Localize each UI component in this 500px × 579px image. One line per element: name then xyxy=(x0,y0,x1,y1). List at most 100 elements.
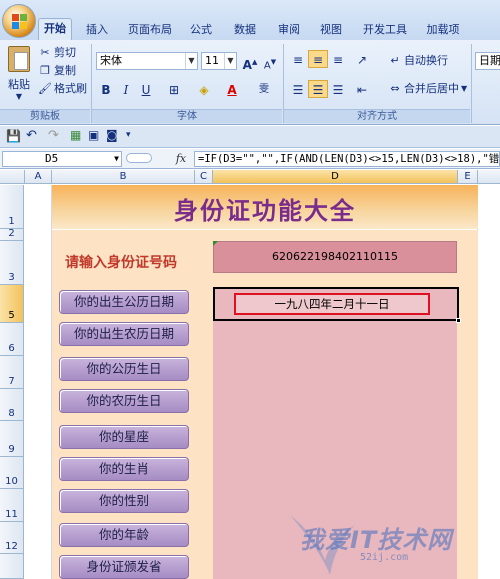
row-header-6[interactable]: 6 xyxy=(0,323,24,356)
row-header-8[interactable]: 8 xyxy=(0,389,24,421)
watermark-url: 52ij.com xyxy=(360,552,409,563)
customize-qat-icon[interactable]: ▾ xyxy=(126,130,131,140)
solar-birthdate-button[interactable]: 你的出生公历日期 xyxy=(59,290,189,314)
splitter-handle[interactable] xyxy=(126,153,152,163)
save-icon[interactable]: 💾 xyxy=(6,129,21,143)
undo-icon[interactable]: ↶ xyxy=(26,128,37,143)
tab-add-ins[interactable]: 加载项 xyxy=(420,20,466,40)
chevron-down-icon[interactable]: ▼ xyxy=(224,53,236,69)
solar-birthday-button[interactable]: 你的公历生日 xyxy=(59,357,189,381)
indent-icon[interactable]: ⇤ xyxy=(352,80,372,98)
group-separator xyxy=(471,44,472,123)
shrink-font-icon[interactable]: A▼ xyxy=(260,52,280,71)
underline-icon[interactable]: U xyxy=(136,80,156,98)
paste-label: 粘贴 xyxy=(8,78,30,91)
paste-button[interactable]: 粘贴 ▼ xyxy=(4,44,34,104)
wrap-text-button[interactable]: ↵ 自动换行 xyxy=(388,52,448,70)
camera-icon[interactable]: ◙ xyxy=(106,128,118,142)
copy-button[interactable]: ❐ 复制 xyxy=(38,62,76,80)
select-all-corner[interactable] xyxy=(0,170,25,184)
spreadsheet-icon[interactable]: ▦ xyxy=(70,128,81,142)
fill-handle[interactable] xyxy=(456,318,461,323)
office-button[interactable] xyxy=(2,4,36,38)
align-right-icon[interactable]: ☰ xyxy=(328,80,348,98)
font-color-icon[interactable]: A xyxy=(222,80,242,98)
copy-icon: ❐ xyxy=(40,64,50,77)
row-header-12[interactable]: 12 xyxy=(0,522,24,554)
bold-icon[interactable]: B xyxy=(96,80,116,98)
phonetic-icon[interactable]: 雯 xyxy=(254,80,274,98)
align-top-icon[interactable]: ≡ xyxy=(288,50,308,68)
row-header-2[interactable]: 2 xyxy=(0,228,24,241)
lunar-birthday-button[interactable]: 你的农历生日 xyxy=(59,389,189,413)
wrap-icon: ↵ xyxy=(390,54,400,67)
watermark-text: 我爱IT技术网 xyxy=(300,526,453,554)
column-header-e[interactable]: E xyxy=(458,170,478,184)
chevron-down-icon[interactable]: ▼ xyxy=(114,152,119,166)
formula-input[interactable]: =IF(D3="","",IF(AND(LEN(D3)<>15,LEN(D3)<… xyxy=(194,151,500,167)
font-name-combo[interactable]: 宋体 ▼ xyxy=(96,52,198,70)
column-header-f[interactable] xyxy=(478,170,500,184)
font-size-combo[interactable]: 11 ▼ xyxy=(201,52,237,70)
tab-review[interactable]: 审阅 xyxy=(272,20,306,40)
row-header-11[interactable]: 11 xyxy=(0,489,24,522)
id-number-cell[interactable]: 620622198402110115 xyxy=(213,241,457,273)
tab-home[interactable]: 开始 xyxy=(38,18,72,40)
row-header-1[interactable]: 1 xyxy=(0,185,24,229)
column-header-a[interactable]: A xyxy=(25,170,52,184)
format-painter-button[interactable]: 🖌 格式刷 xyxy=(38,80,87,98)
constellation-button[interactable]: 你的星座 xyxy=(59,425,189,449)
redo-icon[interactable]: ↷ xyxy=(48,128,59,143)
tab-formulas[interactable]: 公式 xyxy=(184,20,218,40)
age-button[interactable]: 你的年龄 xyxy=(59,523,189,547)
insert-function-button[interactable]: fx xyxy=(170,151,192,167)
number-format-combo[interactable]: 日期 xyxy=(475,52,500,70)
align-bottom-icon[interactable]: ≡ xyxy=(328,50,348,68)
row-header-13[interactable] xyxy=(0,554,24,579)
tab-insert[interactable]: 插入 xyxy=(80,20,114,40)
merge-center-button[interactable]: ⇔ 合并后居中 ▼ xyxy=(388,80,467,98)
quick-access-toolbar: 💾 ↶ ↷ ▦ ▣ ◙ ▾ xyxy=(0,126,500,148)
italic-icon[interactable]: I xyxy=(116,80,136,98)
fill-color-icon[interactable]: ◈ xyxy=(194,80,214,98)
zodiac-button[interactable]: 你的生肖 xyxy=(59,457,189,481)
tab-view[interactable]: 视图 xyxy=(314,20,348,40)
alignment-group-title: 对齐方式 xyxy=(284,109,470,123)
brush-icon: 🖌 xyxy=(38,82,52,95)
ribbon-home: 粘贴 ▼ ✂ 剪切 ❐ 复制 🖌 格式刷 剪贴板 宋体 ▼ 11 ▼ A▲ A▼ B I … xyxy=(0,40,500,125)
tab-page-layout[interactable]: 页面布局 xyxy=(122,20,178,40)
row-header-10[interactable]: 10 xyxy=(0,457,24,489)
tab-developer[interactable]: 开发工具 xyxy=(356,20,414,40)
tab-data[interactable]: 数据 xyxy=(228,20,262,40)
formula-bar: D5 ▼ fx =IF(D3="","",IF(AND(LEN(D3)<>15,L… xyxy=(0,149,500,169)
name-box[interactable]: D5 ▼ xyxy=(2,151,122,167)
clipboard-group-title: 剪贴板 xyxy=(0,109,90,123)
id-prompt-label: 请输入身份证号码 xyxy=(65,255,177,271)
orientation-icon[interactable]: ↗ xyxy=(352,50,372,68)
issuing-province-button[interactable]: 身份证颁发省 xyxy=(59,555,189,579)
align-left-icon[interactable]: ☰ xyxy=(288,80,308,98)
column-header-c[interactable]: C xyxy=(195,170,213,184)
merge-icon: ⇔ xyxy=(390,82,400,95)
border-icon[interactable]: ⊞ xyxy=(164,80,184,98)
row-header-3[interactable]: 3 xyxy=(0,241,24,285)
row-header-7[interactable]: 7 xyxy=(0,356,24,389)
lunar-birthdate-button[interactable]: 你的出生农历日期 xyxy=(59,322,189,346)
form-icon[interactable]: ▣ xyxy=(88,128,99,142)
paste-icon xyxy=(8,46,30,72)
office-logo-icon xyxy=(12,14,28,30)
align-middle-icon[interactable]: ≡ xyxy=(308,50,328,68)
ribbon-tab-bar: 开始 插入 页面布局 公式 数据 审阅 视图 开发工具 加载项 xyxy=(0,0,500,40)
gender-button[interactable]: 你的性别 xyxy=(59,489,189,513)
title-banner: 身份证功能大全 xyxy=(52,185,478,229)
scissors-icon: ✂ xyxy=(40,46,50,59)
grow-font-icon[interactable]: A▲ xyxy=(240,52,260,72)
row-header-9[interactable]: 9 xyxy=(0,421,24,457)
column-header-d[interactable]: D xyxy=(213,170,458,184)
comment-marker-icon xyxy=(213,241,218,246)
row-header-5[interactable]: 5 xyxy=(0,285,24,323)
cut-button[interactable]: ✂ 剪切 xyxy=(38,44,76,62)
chevron-down-icon[interactable]: ▼ xyxy=(185,53,197,69)
column-header-b[interactable]: B xyxy=(52,170,195,184)
align-center-icon[interactable]: ☰ xyxy=(308,80,328,98)
